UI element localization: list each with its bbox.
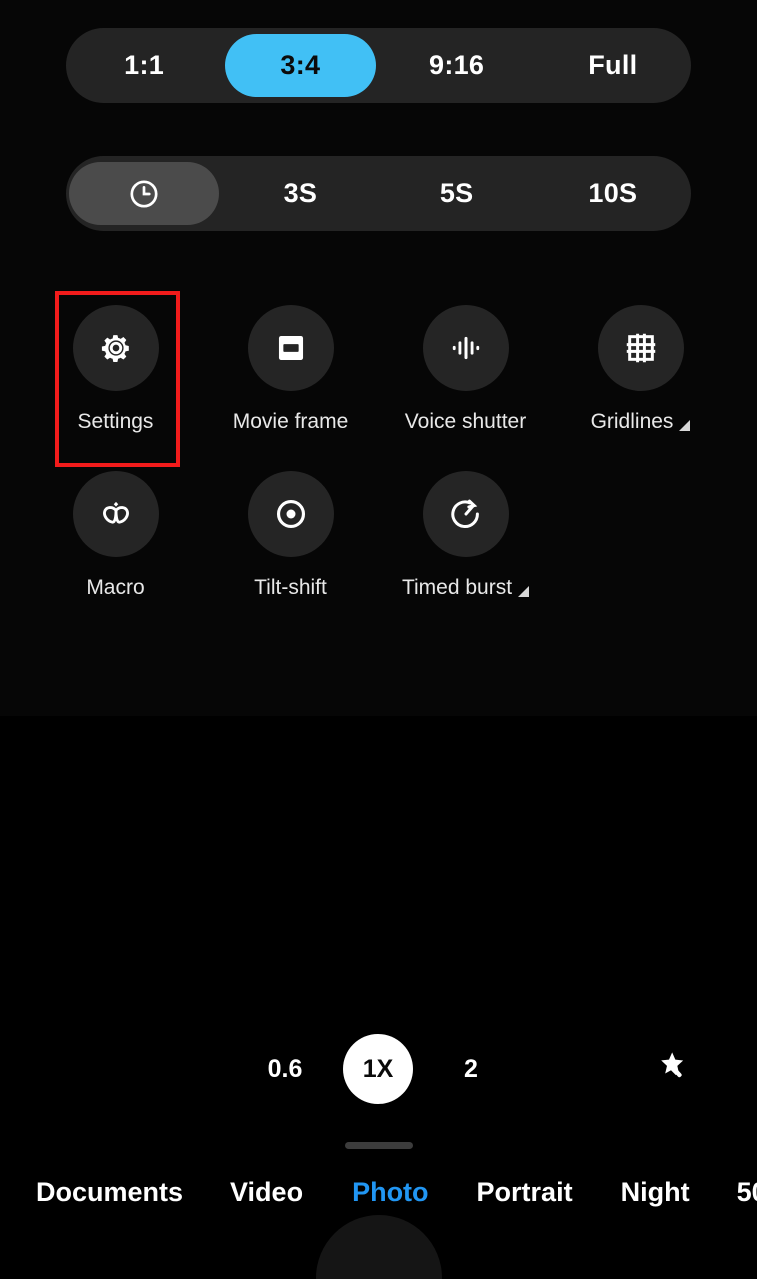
- ratio-option-3-4[interactable]: 3:4: [225, 34, 376, 97]
- movie-frame-button[interactable]: [247, 305, 334, 391]
- feature-timed-burst[interactable]: Timed burst: [378, 458, 553, 600]
- feature-icon-grid: Settings Movie frame Voice shutter Gridl…: [28, 292, 728, 624]
- feature-movie-frame[interactable]: Movie frame: [203, 292, 378, 434]
- feature-row: Settings Movie frame Voice shutter Gridl…: [28, 292, 728, 434]
- mode-50mp[interactable]: 50MP: [737, 1177, 757, 1208]
- timer-selector: 3S 5S 10S: [66, 156, 691, 231]
- mode-photo[interactable]: Photo: [352, 1177, 428, 1208]
- submenu-triangle-icon[interactable]: [518, 586, 530, 597]
- feature-label: Gridlines: [591, 410, 691, 434]
- movie-frame-icon: [274, 331, 308, 365]
- feature-empty-slot: [553, 458, 728, 600]
- ratio-option-full[interactable]: Full: [538, 34, 688, 97]
- mode-video[interactable]: Video: [230, 1177, 303, 1208]
- feature-gridlines[interactable]: Gridlines: [553, 292, 728, 434]
- aspect-ratio-selector: 1:1 3:4 9:16 Full: [66, 28, 691, 103]
- timer-option-off[interactable]: [69, 162, 220, 225]
- feature-label: Timed burst: [402, 576, 530, 600]
- concentric-circles-icon: [273, 496, 309, 532]
- timer-option-10s[interactable]: 10S: [538, 162, 688, 225]
- camera-app-screen: 1:1 3:4 9:16 Full 3S 5S 10S Settings Mov…: [0, 0, 757, 1279]
- panel-drag-handle[interactable]: [344, 1142, 413, 1149]
- gear-icon: [97, 329, 135, 367]
- macro-button[interactable]: [72, 471, 159, 557]
- timed-burst-button[interactable]: [422, 471, 509, 557]
- timer-option-5s[interactable]: 5S: [382, 162, 532, 225]
- feature-tilt-shift[interactable]: Tilt-shift: [203, 458, 378, 600]
- mode-documents[interactable]: Documents: [36, 1177, 183, 1208]
- gridlines-icon: [624, 331, 658, 365]
- feature-voice-shutter[interactable]: Voice shutter: [378, 292, 553, 434]
- flower-icon: [98, 496, 134, 532]
- ratio-option-1-1[interactable]: 1:1: [69, 34, 219, 97]
- mode-portrait[interactable]: Portrait: [477, 1177, 573, 1208]
- voice-shutter-button[interactable]: [422, 305, 509, 391]
- ratio-option-9-16[interactable]: 9:16: [382, 34, 532, 97]
- feature-label: Tilt-shift: [254, 576, 327, 599]
- submenu-triangle-icon[interactable]: [679, 420, 691, 431]
- tilt-shift-button[interactable]: [247, 471, 334, 557]
- feature-row: Macro Tilt-shift Timed burst: [28, 458, 728, 600]
- magic-wand-sparkle-icon[interactable]: [655, 1048, 695, 1088]
- feature-label: Voice shutter: [404, 410, 527, 433]
- timer-option-3s[interactable]: 3S: [225, 162, 375, 225]
- gridlines-button[interactable]: [597, 305, 684, 391]
- zoom-option-2x[interactable]: 2: [437, 1034, 505, 1104]
- camera-settings-panel: 1:1 3:4 9:16 Full 3S 5S 10S Settings Mov…: [0, 0, 757, 716]
- camera-mode-bar: Documents Video Photo Portrait Night 50M…: [0, 1130, 757, 1279]
- feature-label: Settings: [77, 410, 154, 433]
- mode-night[interactable]: Night: [621, 1177, 690, 1208]
- feature-label: Macro: [86, 576, 145, 599]
- shutter-button[interactable]: [315, 1215, 442, 1279]
- feature-label: Movie frame: [232, 410, 349, 433]
- voice-waveform-icon: [448, 330, 484, 366]
- feature-settings[interactable]: Settings: [28, 292, 203, 434]
- clock-icon: [127, 177, 161, 211]
- mode-list: Documents Video Photo Portrait Night 50M…: [0, 1177, 757, 1208]
- settings-button[interactable]: [72, 305, 159, 391]
- zoom-option-0-6x[interactable]: 0.6: [251, 1034, 319, 1104]
- zoom-level-selector: 0.6 1X 2: [0, 1034, 757, 1104]
- feature-macro[interactable]: Macro: [28, 458, 203, 600]
- stopwatch-icon: [448, 496, 484, 532]
- zoom-option-1x[interactable]: 1X: [343, 1034, 413, 1104]
